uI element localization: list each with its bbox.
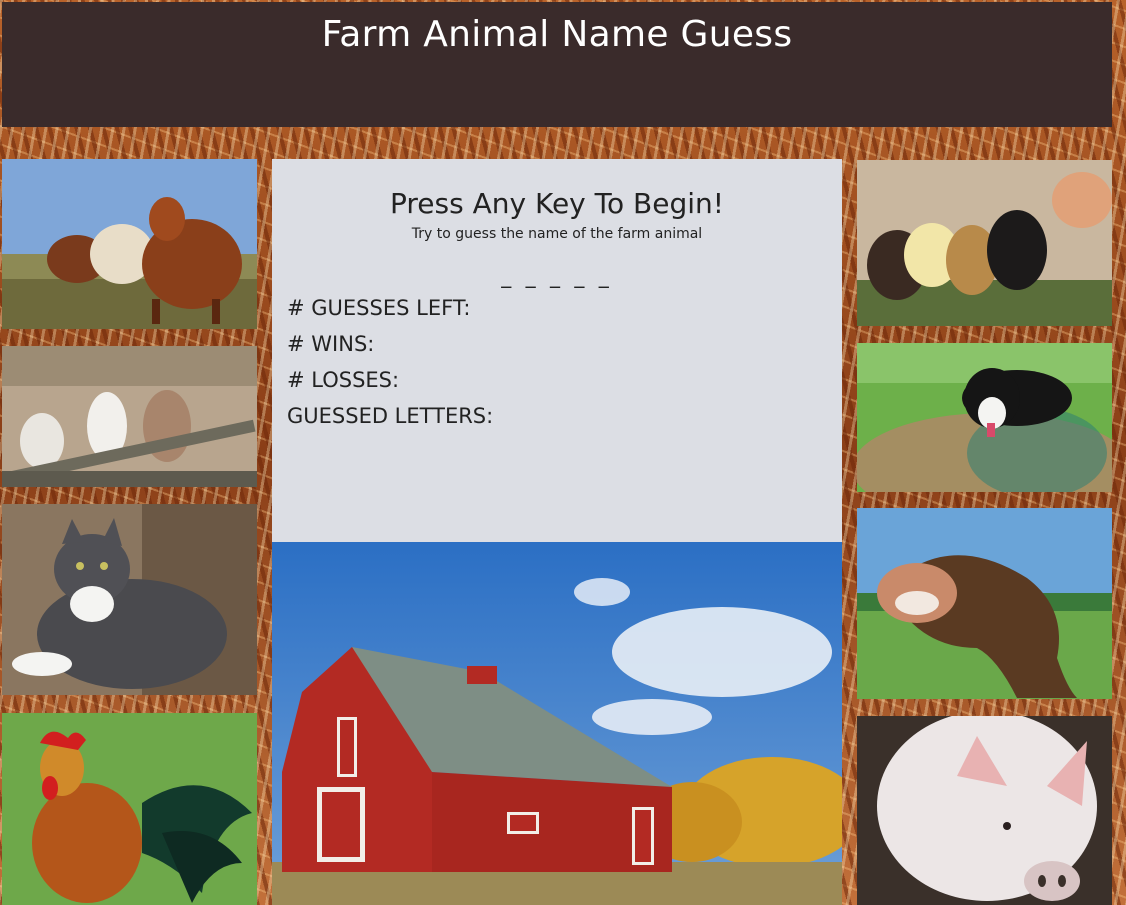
goats-photo [2,346,257,487]
game-panel: Press Any Key To Begin! Try to guess the… [272,159,842,542]
page-header: Farm Animal Name Guess [2,2,1112,127]
cat-photo [2,504,257,695]
barn-photo [272,542,842,905]
stats-list: # GUESSES LEFT: # WINS: # LOSSES: GUESSE… [287,290,842,434]
rooster-photo [2,713,257,905]
chicks-photo [857,160,1112,326]
dog-photo [857,343,1112,492]
word-blanks: _ _ _ _ _ [501,264,613,288]
page-title: Farm Animal Name Guess [321,14,793,55]
pig-photo [857,716,1112,905]
losses-label: # LOSSES: [287,368,400,392]
guesses-left-label: # GUESSES LEFT: [287,296,471,320]
cows-photo [2,159,257,329]
wins-label: # WINS: [287,332,375,356]
start-prompt: Press Any Key To Begin! [390,187,724,220]
instructions-text: Try to guess the name of the farm animal [411,226,703,242]
horse-photo [857,508,1112,699]
guessed-letters-label: GUESSED LETTERS: [287,404,494,428]
